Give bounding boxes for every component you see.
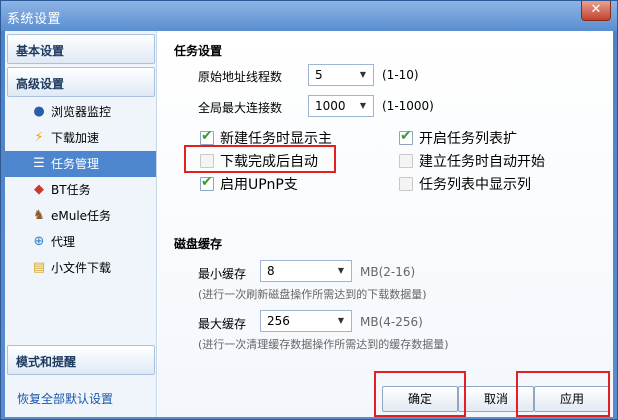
sidebar-item-emule-task[interactable]: ♞ eMule任务	[5, 203, 156, 229]
disk-cache-title: 磁盘缓存	[174, 237, 223, 251]
sidebar-item-task-management[interactable]: ☰ 任务管理	[5, 151, 156, 177]
bt-icon: ◆	[34, 182, 44, 197]
max-connections-hint: (1-1000)	[382, 99, 434, 113]
folder-icon: ▤	[32, 260, 46, 275]
sidebar-item-label: BT任务	[51, 183, 91, 197]
checkbox-label: 启用UPnP支	[220, 177, 298, 193]
checkbox-label: 开启任务列表扩	[419, 131, 517, 147]
chevron-down-icon: ▼	[337, 266, 345, 275]
sidebar-item-label: 代理	[51, 235, 76, 249]
lightning-icon: ⚡	[34, 130, 44, 145]
sidebar-section-basic[interactable]: 基本设置	[7, 34, 155, 64]
max-cache-select[interactable]: 256 ▼	[260, 310, 352, 332]
sidebar: 基本设置 高级设置 ● 浏览器监控 ⚡ 下载加速 ☰ 任务管理 ◆ BT任务 ♞…	[5, 31, 157, 417]
min-cache-description: (进行一次刷新磁盘操作所需达到的下载数据量)	[198, 288, 427, 301]
ok-button[interactable]: 确定	[382, 386, 458, 412]
min-cache-unit: MB(2-16)	[360, 265, 416, 279]
checkbox-label: 建立任务时自动开始	[419, 154, 545, 170]
restore-defaults-link[interactable]: 恢复全部默认设置	[17, 390, 113, 407]
close-button[interactable]: ✕	[581, 1, 611, 21]
apply-button[interactable]: 应用	[534, 386, 610, 412]
chevron-down-icon: ▼	[337, 316, 345, 325]
emule-icon: ♞	[33, 208, 45, 223]
max-connections-label: 全局最大连接数	[198, 101, 283, 115]
sidebar-item-label: 任务管理	[51, 157, 100, 171]
list-icon: ☰	[33, 156, 45, 171]
checkbox-unchecked	[399, 177, 413, 191]
sidebar-item-bt-task[interactable]: ◆ BT任务	[5, 177, 156, 203]
sidebar-item-small-file-download[interactable]: ▤ 小文件下载	[5, 255, 156, 281]
sidebar-item-label: eMule任务	[51, 209, 112, 223]
radio-icon: ●	[33, 104, 45, 119]
proxy-globe-icon: ⊕	[33, 234, 45, 249]
chevron-down-icon: ▼	[359, 101, 367, 110]
sidebar-section-mode-reminder[interactable]: 模式和提醒	[7, 345, 155, 375]
min-cache-label: 最小缓存	[198, 267, 247, 281]
window-title: 系统设置	[7, 12, 62, 27]
task-settings-title: 任务设置	[174, 44, 223, 58]
sidebar-section-advanced[interactable]: 高级设置	[7, 67, 155, 97]
checkbox-unchecked	[200, 154, 214, 168]
sidebar-item-proxy[interactable]: ⊕ 代理	[5, 229, 156, 255]
max-cache-value: 256	[267, 314, 290, 328]
max-cache-unit: MB(4-256)	[360, 315, 423, 329]
sidebar-item-label: 浏览器监控	[51, 105, 112, 119]
client-area: 基本设置 高级设置 ● 浏览器监控 ⚡ 下载加速 ☰ 任务管理 ◆ BT任务 ♞…	[5, 31, 613, 417]
checkbox-new-task-show[interactable]: 新建任务时显示主	[200, 128, 354, 148]
checkbox-task-list-show[interactable]: 任务列表中显示列	[399, 174, 543, 194]
cancel-button[interactable]: 取消	[458, 386, 534, 412]
max-cache-label: 最大缓存	[198, 317, 247, 331]
checkbox-label: 下载完成后自动	[220, 154, 318, 170]
origin-threads-value: 5	[315, 68, 323, 82]
settings-panel: 任务设置 原始地址线程数 5 ▼ (1-10) 全局最大连接数 1000 ▼ (…	[158, 31, 613, 417]
origin-threads-select[interactable]: 5 ▼	[308, 64, 374, 86]
sidebar-item-download-accel[interactable]: ⚡ 下载加速	[5, 125, 156, 151]
sidebar-item-browser-monitor[interactable]: ● 浏览器监控	[5, 99, 156, 125]
close-icon: ✕	[590, 2, 602, 17]
origin-threads-hint: (1-10)	[382, 68, 419, 82]
sidebar-item-label: 下载加速	[51, 131, 100, 145]
checkbox-auto-start-on-create[interactable]: 建立任务时自动开始	[399, 151, 559, 171]
max-connections-select[interactable]: 1000 ▼	[308, 95, 374, 117]
checkbox-enable-upnp[interactable]: 启用UPnP支	[200, 174, 330, 194]
min-cache-value: 8	[267, 264, 275, 278]
checkbox-checked	[200, 174, 214, 191]
advanced-nav-list: ● 浏览器监控 ⚡ 下载加速 ☰ 任务管理 ◆ BT任务 ♞ eMule任务 ⊕…	[5, 99, 156, 281]
min-cache-select[interactable]: 8 ▼	[260, 260, 352, 282]
checkbox-open-task-list[interactable]: 开启任务列表扩	[399, 128, 529, 148]
checkbox-checked	[200, 128, 214, 145]
checkbox-auto-after-download[interactable]: 下载完成后自动	[200, 151, 336, 171]
sidebar-item-label: 小文件下载	[51, 261, 112, 275]
checkbox-label: 任务列表中显示列	[419, 177, 531, 193]
checkbox-checked	[399, 128, 413, 145]
chevron-down-icon: ▼	[359, 70, 367, 79]
max-connections-value: 1000	[315, 99, 346, 113]
max-cache-description: (进行一次清理缓存数据操作所需达到的缓存数据量)	[198, 338, 449, 351]
checkbox-unchecked	[399, 154, 413, 168]
origin-threads-label: 原始地址线程数	[198, 70, 283, 84]
title-bar: 系统设置 ✕	[1, 1, 617, 31]
settings-window: 系统设置 ✕ 基本设置 高级设置 ● 浏览器监控 ⚡ 下载加速 ☰ 任务管理 ◆…	[0, 0, 618, 420]
checkbox-label: 新建任务时显示主	[220, 131, 332, 147]
